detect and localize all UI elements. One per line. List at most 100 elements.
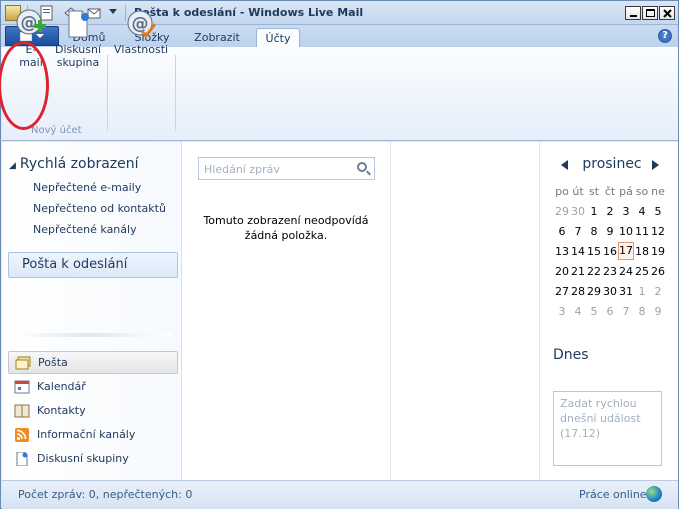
quick-views-header[interactable]: ◢ Rychlá zobrazení xyxy=(9,156,139,172)
calendar-weekday: ne xyxy=(651,184,665,198)
app-window: Pošta k odeslání - Windows Live Mail Dom… xyxy=(0,0,679,509)
calendar-weekday: so xyxy=(635,184,649,198)
properties-label: Vlastnosti xyxy=(113,43,169,56)
calendar-day[interactable]: 31 xyxy=(618,285,634,298)
calendar-day[interactable]: 12 xyxy=(650,225,666,238)
svg-text:@: @ xyxy=(132,14,149,34)
calendar-day[interactable]: 14 xyxy=(570,245,586,258)
message-count-status: Počet zpráv: 0, nepřečtených: 0 xyxy=(18,488,193,501)
calendar-day[interactable]: 27 xyxy=(554,285,570,298)
calendar-day[interactable]: 28 xyxy=(570,285,586,298)
folder-outbox[interactable]: Pošta k odeslání xyxy=(8,252,178,278)
calendar-day[interactable]: 30 xyxy=(570,205,586,218)
calendar-day[interactable]: 29 xyxy=(554,205,570,218)
calendar-day[interactable]: 20 xyxy=(554,265,570,278)
pane-divider[interactable] xyxy=(390,142,391,480)
calendar-day[interactable]: 21 xyxy=(570,265,586,278)
quick-event-input[interactable]: Zadat rychlou dnešní událost (17.12) xyxy=(553,391,662,466)
nav-item-calendar[interactable]: Kalendář xyxy=(8,375,178,398)
calendar-weekday-row: po út st čt pá so ne xyxy=(554,181,666,201)
ribbon-group-label: Nový účet xyxy=(31,125,82,136)
pane-divider-2[interactable] xyxy=(539,142,540,480)
calendar-day[interactable]: 25 xyxy=(634,265,650,278)
calendar-day[interactable]: 7 xyxy=(570,225,586,238)
rss-icon xyxy=(14,427,30,442)
calendar-day[interactable]: 2 xyxy=(650,285,666,298)
calendar-day[interactable]: 18 xyxy=(634,245,650,258)
maximize-button[interactable] xyxy=(642,6,658,20)
calendar-day[interactable]: 3 xyxy=(554,305,570,318)
close-button[interactable] xyxy=(659,6,675,20)
nav-item-label: Kontakty xyxy=(37,404,86,417)
previous-month-icon[interactable] xyxy=(561,160,568,170)
calendar-day[interactable]: 24 xyxy=(618,265,634,278)
calendar-day[interactable]: 8 xyxy=(586,225,602,238)
quick-views-title: Rychlá zobrazení xyxy=(19,156,139,172)
nav-item-newsgroups[interactable]: Diskusní skupiny xyxy=(8,447,178,470)
close-icon xyxy=(662,8,672,18)
calendar-day[interactable]: 2 xyxy=(602,205,618,218)
mini-calendar: po út st čt pá so ne 29 30 1 2 3 4 5 6 7 8 9 10 11 12 13 14 15 1… xyxy=(554,181,666,321)
account-properties-icon: @ xyxy=(126,9,157,39)
tab-view[interactable]: Zobrazit xyxy=(187,28,247,47)
nav-item-label: Informační kanály xyxy=(37,428,136,441)
calendar-day[interactable]: 1 xyxy=(634,285,650,298)
calendar-day[interactable]: 15 xyxy=(586,245,602,258)
calendar-icon xyxy=(14,380,30,394)
calendar-day[interactable]: 10 xyxy=(618,225,634,238)
calendar-day[interactable]: 30 xyxy=(602,285,618,298)
nav-item-mail[interactable]: Pošta xyxy=(8,351,178,374)
calendar-day[interactable]: 19 xyxy=(650,245,666,258)
calendar-week-row: 6 7 8 9 10 11 12 xyxy=(554,221,666,241)
calendar-day[interactable]: 4 xyxy=(570,305,586,318)
calendar-day[interactable]: 9 xyxy=(602,225,618,238)
help-icon[interactable]: ? xyxy=(658,29,672,43)
calendar-weekday: út xyxy=(572,184,584,198)
minimize-button[interactable] xyxy=(625,6,641,20)
calendar-day-today[interactable]: 17 xyxy=(618,242,634,260)
calendar-week-row: 20 21 22 23 24 25 26 xyxy=(554,261,666,281)
newsgroup-add-icon xyxy=(63,9,93,39)
nav-item-contacts[interactable]: Kontakty xyxy=(8,399,178,422)
calendar-day[interactable]: 26 xyxy=(650,265,666,278)
ribbon-panel xyxy=(2,47,678,141)
tab-accounts[interactable]: Účty xyxy=(256,28,300,47)
newsgroup-account-button[interactable]: Diskusní skupina xyxy=(54,9,102,69)
calendar-day[interactable]: 29 xyxy=(586,285,602,298)
quick-view-unread-contacts[interactable]: Nepřečteno od kontaktů xyxy=(33,202,166,215)
calendar-day[interactable]: 6 xyxy=(602,305,618,318)
search-input[interactable]: Hledání zpráv xyxy=(198,157,375,180)
online-status[interactable]: Práce online xyxy=(579,488,647,501)
calendar-day[interactable]: 9 xyxy=(650,305,666,318)
quick-view-unread-email[interactable]: Nepřečtené e-maily xyxy=(33,181,141,194)
quick-view-unread-feeds[interactable]: Nepřečtené kanály xyxy=(33,223,137,236)
nav-divider xyxy=(11,333,171,337)
calendar-day[interactable]: 11 xyxy=(634,225,650,238)
email-add-icon: @ xyxy=(16,9,46,39)
nav-item-label: Kalendář xyxy=(37,380,86,393)
calendar-day[interactable]: 5 xyxy=(586,305,602,318)
calendar-day[interactable]: 3 xyxy=(618,205,634,218)
calendar-day[interactable]: 22 xyxy=(586,265,602,278)
calendar-day[interactable]: 13 xyxy=(554,245,570,258)
calendar-day[interactable]: 23 xyxy=(602,265,618,278)
nav-item-label: Diskusní skupiny xyxy=(37,452,129,465)
calendar-day[interactable]: 5 xyxy=(650,205,666,218)
calendar-weekday: pá xyxy=(619,184,633,198)
globe-icon[interactable] xyxy=(646,486,662,502)
title-bar: Pošta k odeslání - Windows Live Mail xyxy=(1,1,678,25)
empty-list-message: Tomuto zobrazení neodpovídá žádná položk… xyxy=(203,214,369,242)
calendar-day[interactable]: 6 xyxy=(554,225,570,238)
mail-icon xyxy=(15,356,31,370)
calendar-day[interactable]: 16 xyxy=(602,245,618,258)
next-month-icon[interactable] xyxy=(652,160,659,170)
calendar-day[interactable]: 7 xyxy=(618,305,634,318)
calendar-day[interactable]: 1 xyxy=(586,205,602,218)
calendar-day[interactable]: 4 xyxy=(634,205,650,218)
collapse-triangle-icon: ◢ xyxy=(9,161,16,171)
calendar-day[interactable]: 8 xyxy=(634,305,650,318)
contacts-icon xyxy=(14,404,30,418)
properties-button[interactable]: @ Vlastnosti xyxy=(113,9,169,56)
search-icon[interactable] xyxy=(357,162,367,172)
nav-item-feeds[interactable]: Informační kanály xyxy=(8,423,178,446)
